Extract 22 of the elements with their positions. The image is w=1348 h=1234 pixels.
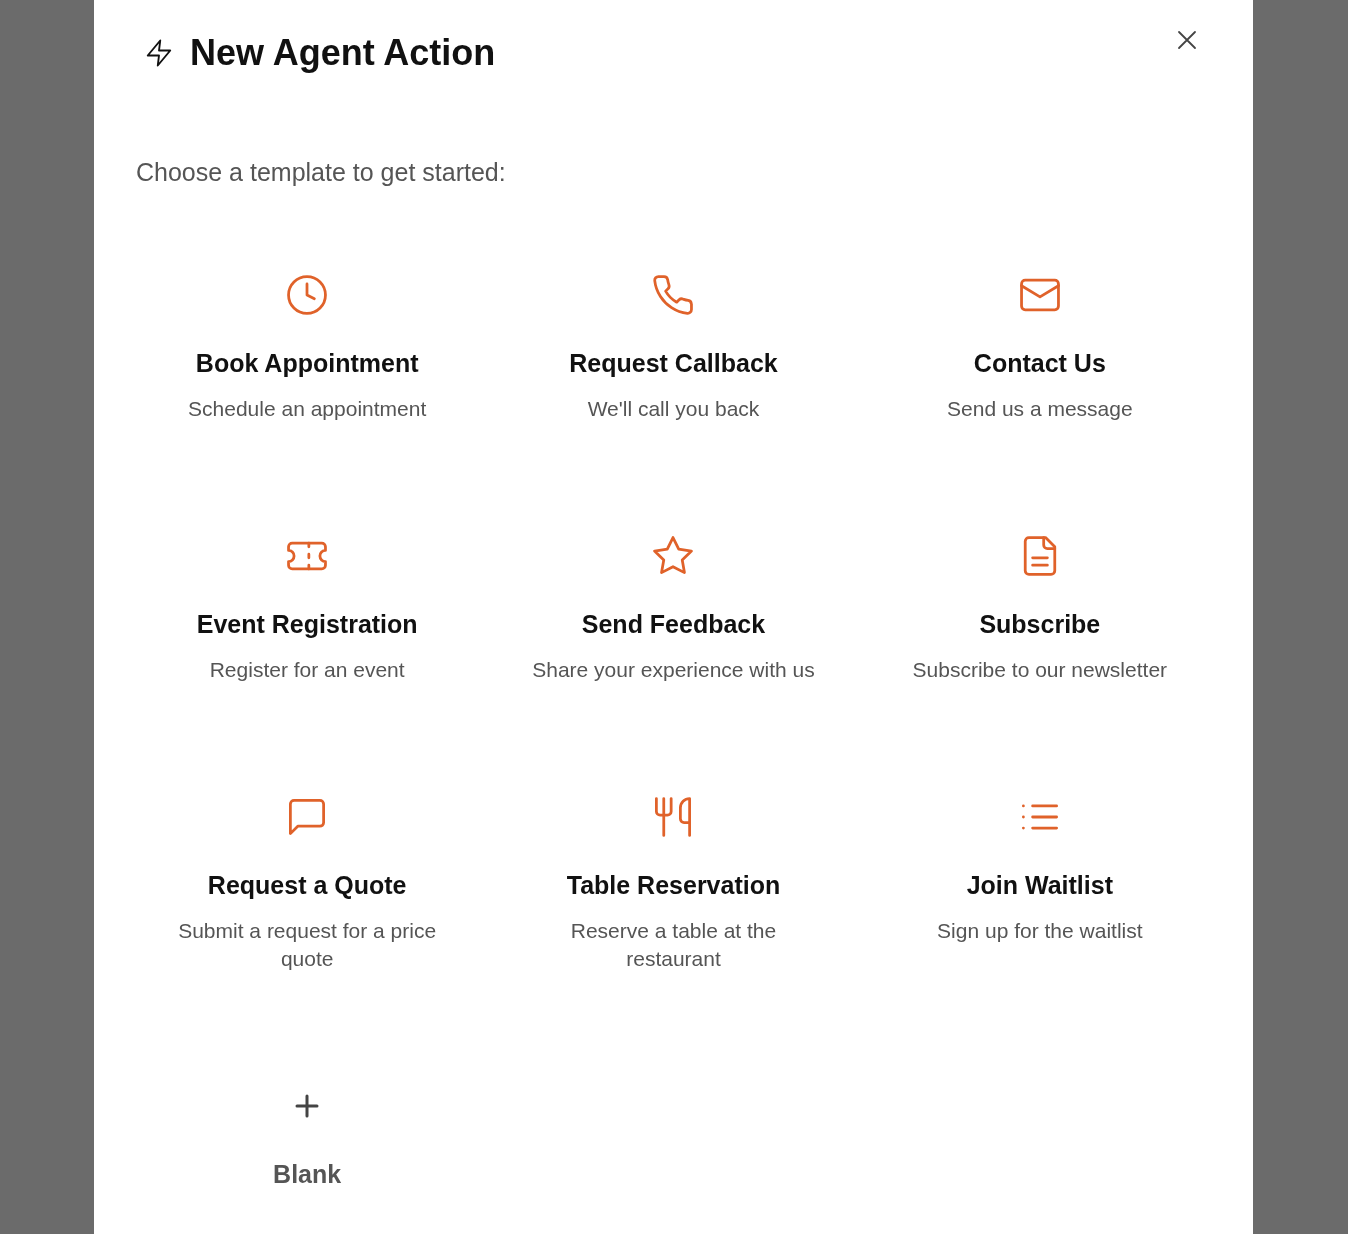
template-title: Subscribe xyxy=(979,609,1101,640)
template-description: Subscribe to our newsletter xyxy=(912,657,1168,683)
template-description: Send us a message xyxy=(947,396,1133,422)
template-title: Join Waitlist xyxy=(966,870,1113,901)
template-title: Request Callback xyxy=(569,348,778,379)
lightning-bolt-icon xyxy=(144,38,174,68)
template-title: Table Reservation xyxy=(566,870,781,901)
template-description: Submit a request for a price quote xyxy=(177,918,438,972)
template-description: Register for an event xyxy=(209,657,405,683)
template-title: Book Appointment xyxy=(195,348,419,379)
template-description: Sign up for the waitlist xyxy=(937,918,1143,944)
template-title: Blank xyxy=(273,1159,342,1190)
template-description: We'll call you back xyxy=(587,396,760,422)
template-title: Request a Quote xyxy=(207,870,407,901)
template-title: Contact Us xyxy=(973,348,1106,379)
template-description: Reserve a table at the restaurant xyxy=(569,918,778,972)
template-description: Share your experience with us xyxy=(532,657,815,683)
dialog-title: New Agent Action xyxy=(190,31,496,75)
instruction-text: Choose a template to get started: xyxy=(136,158,507,186)
template-title: Event Registration xyxy=(196,609,418,640)
template-title: Send Feedback xyxy=(581,609,766,640)
template-description: Schedule an appointment xyxy=(188,396,427,422)
